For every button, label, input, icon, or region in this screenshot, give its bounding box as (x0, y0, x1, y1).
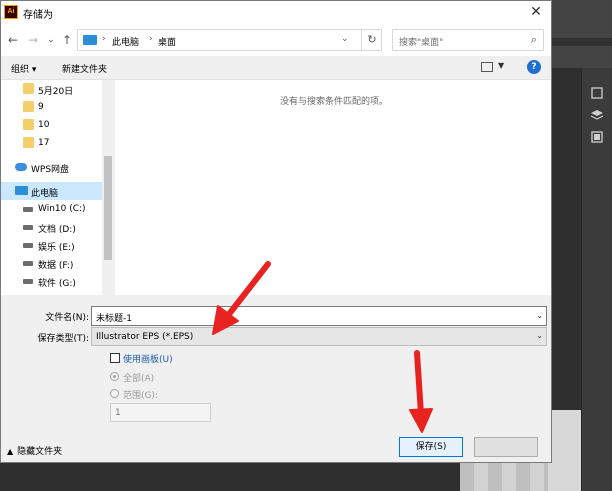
sidebar-item-drive-f[interactable]: 数据 (F:) (1, 254, 102, 272)
sidebar-item-9[interactable]: 9 (1, 98, 102, 116)
sidebar-item-label: 软件 (G:) (38, 279, 76, 289)
chevron-right-icon: › (102, 34, 106, 44)
sidebar-item-label: 5月20日 (38, 87, 74, 97)
view-options-icon[interactable] (481, 62, 493, 72)
range-value: 1 (115, 408, 121, 418)
folder-icon (23, 137, 34, 148)
cancel-button[interactable] (474, 437, 538, 457)
breadcrumb-desktop[interactable]: 桌面 (158, 35, 176, 48)
use-artboards-checkbox[interactable] (110, 353, 120, 363)
sidebar-item-label: 文档 (D:) (38, 225, 76, 235)
hide-folders-label: 隐藏文件夹 (17, 447, 63, 457)
file-list[interactable]: 没有与搜索条件匹配的项。 (114, 80, 551, 295)
chevron-up-icon: ▲ (7, 447, 14, 456)
organize-button[interactable]: 组织 ▾ (11, 62, 36, 75)
help-icon[interactable]: ? (527, 60, 541, 74)
sidebar-item-label: 数据 (F:) (38, 261, 74, 271)
drive-icon (23, 207, 33, 212)
back-button[interactable]: ← (5, 32, 21, 48)
sidebar-item-drive-e[interactable]: 娱乐 (E:) (1, 236, 102, 254)
sidebar-item-wps-cloud[interactable]: WPS网盘 (1, 158, 102, 176)
all-radio[interactable] (110, 372, 119, 381)
empty-results-message: 没有与搜索条件匹配的项。 (280, 97, 389, 107)
breadcrumb-this-pc[interactable]: 此电脑 (112, 35, 139, 48)
sidebar-item-may20[interactable]: 5月20日 (1, 80, 102, 98)
layers-icon[interactable] (590, 108, 604, 122)
chevron-right-icon: › (149, 34, 153, 44)
title-bar: Ai 存储为 ✕ (1, 1, 551, 24)
forward-button[interactable]: → (25, 32, 41, 48)
save-button[interactable]: 保存(S) (399, 437, 463, 457)
navigation-bar: ← → ⌄ ↑ › 此电脑 › 桌面 ⌄ ↻ 搜索"桌面" ⌕ (1, 24, 551, 56)
chevron-down-icon[interactable]: ⌄ (341, 34, 349, 44)
sidebar-item-10[interactable]: 10 (1, 116, 102, 134)
illustrator-menu-strip (552, 0, 612, 68)
range-label: 范围(G): (123, 391, 159, 401)
chevron-down-icon[interactable]: ⌄ (536, 331, 543, 340)
drive-icon (23, 261, 33, 266)
hide-folders-button[interactable]: ▲ 隐藏文件夹 (7, 444, 62, 457)
drive-icon (23, 279, 33, 284)
folder-icon (23, 101, 34, 112)
computer-icon (83, 35, 97, 45)
search-icon[interactable]: ⌕ (531, 33, 537, 47)
sidebar-item-17[interactable]: 17 (1, 134, 102, 152)
filetype-value: Illustrator EPS (*.EPS) (96, 332, 194, 342)
navigation-scrollbar[interactable] (102, 80, 114, 295)
chevron-down-icon[interactable]: ▼ (498, 61, 504, 70)
sidebar-item-label: Win10 (C:) (38, 204, 86, 214)
search-box[interactable]: 搜索"桌面" ⌕ (392, 29, 544, 51)
illustrator-app-icon: Ai (4, 5, 18, 19)
address-bar[interactable]: › 此电脑 › 桌面 ⌄ ↻ (77, 29, 382, 51)
sidebar-item-label: 10 (38, 120, 50, 130)
sidebar-item-label: WPS网盘 (31, 165, 70, 175)
folder-icon (23, 83, 34, 94)
sidebar-item-this-pc[interactable]: 此电脑 (1, 182, 102, 200)
sidebar-item-label: 此电脑 (31, 189, 59, 199)
use-artboards-label[interactable]: 使用画板(U) (123, 352, 173, 365)
new-folder-button[interactable]: 新建文件夹 (62, 62, 107, 75)
search-input[interactable]: 搜索"桌面" (399, 35, 443, 48)
computer-icon (15, 186, 28, 195)
filename-label: 文件名(N): (45, 313, 89, 323)
chevron-down-icon[interactable]: ⌄ (536, 311, 543, 320)
canvas-artboard (548, 410, 581, 491)
close-button[interactable]: ✕ (525, 2, 547, 22)
sidebar-item-label: 17 (38, 138, 50, 148)
filetype-label: 保存类型(T): (37, 334, 89, 344)
sidebar-item-drive-d[interactable]: 文档 (D:) (1, 218, 102, 236)
sidebar-item-label: 9 (38, 102, 44, 112)
artboards-icon[interactable] (590, 130, 604, 144)
up-button[interactable]: ↑ (59, 32, 75, 48)
all-label: 全部(A) (123, 374, 155, 384)
scrollbar-thumb[interactable] (104, 156, 112, 260)
drive-icon (23, 243, 33, 248)
recent-locations-button[interactable]: ⌄ (43, 32, 59, 48)
range-input[interactable]: 1 (110, 403, 211, 422)
range-radio[interactable] (110, 389, 119, 398)
illustrator-side-panel (581, 68, 612, 491)
cloud-icon (15, 163, 27, 171)
command-bar: 组织 ▾ 新建文件夹 ▼ ? (1, 56, 551, 80)
navigation-pane: 5月20日 9 10 17 WPS网盘 此电脑 Win10 (C:) 文档 (D… (1, 80, 113, 295)
filename-input[interactable]: 未标题-1 (96, 311, 132, 324)
folder-icon (23, 119, 34, 130)
refresh-button[interactable]: ↻ (361, 30, 382, 50)
sidebar-item-label: 娱乐 (E:) (38, 243, 75, 253)
transform-icon[interactable] (590, 86, 604, 100)
sidebar-item-drive-g[interactable]: 软件 (G:) (1, 272, 102, 290)
filename-field[interactable]: 未标题-1 ⌄ (91, 306, 547, 326)
drive-icon (23, 225, 33, 230)
illustrator-tab-strip (552, 38, 612, 46)
sidebar-item-drive-c[interactable]: Win10 (C:) (1, 200, 102, 218)
window-title: 存储为 (23, 10, 53, 21)
filetype-select[interactable]: Illustrator EPS (*.EPS) ⌄ (91, 327, 547, 346)
save-as-dialog: Ai 存储为 ✕ ← → ⌄ ↑ › 此电脑 › 桌面 ⌄ ↻ 搜索"桌面" ⌕… (0, 0, 552, 463)
